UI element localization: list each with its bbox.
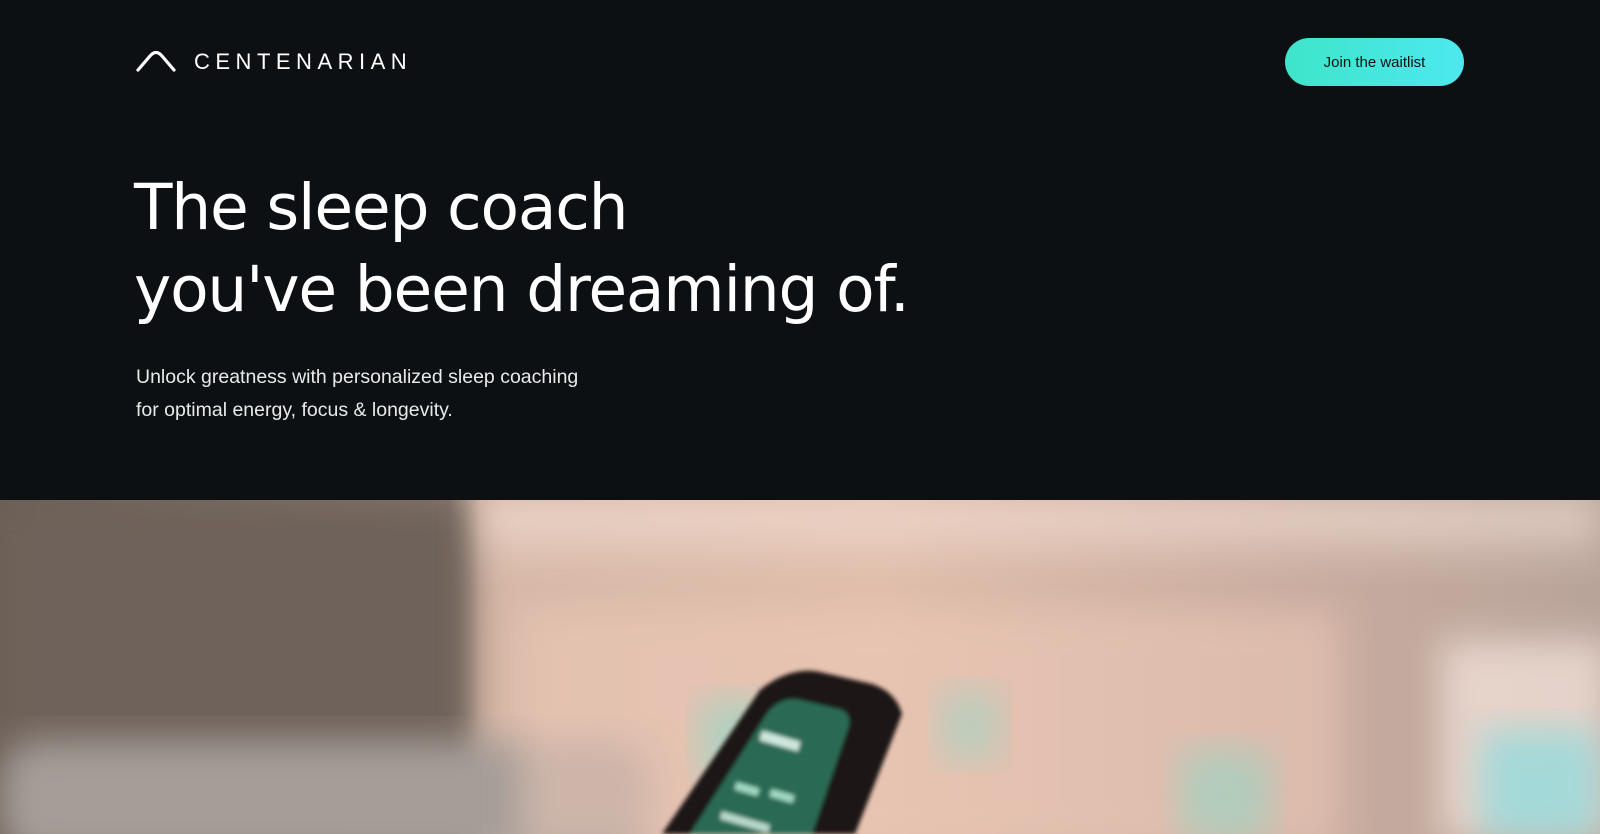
site-header: CENTENARIAN Join the waitlist: [0, 0, 1600, 124]
centenarian-logo-icon: [136, 50, 176, 72]
hero-subtitle: Unlock greatness with personalized sleep…: [136, 361, 578, 427]
logo-link[interactable]: CENTENARIAN: [136, 48, 412, 76]
hero-phone-photo-icon: [0, 500, 1600, 834]
hero-title-line-1: The sleep coach: [134, 171, 629, 244]
hero-subtitle-line-1: Unlock greatness with personalized sleep…: [136, 366, 579, 388]
join-waitlist-button[interactable]: Join the waitlist: [1285, 38, 1464, 86]
hero-subtitle-line-2: for optimal energy, focus & longevity.: [136, 399, 453, 421]
logo-wordmark: CENTENARIAN: [194, 49, 413, 74]
hero-photo: [0, 500, 1600, 834]
hero-title: The sleep coach you've been dreaming of.: [134, 167, 910, 331]
hero-title-line-2: you've been dreaming of.: [134, 253, 910, 326]
